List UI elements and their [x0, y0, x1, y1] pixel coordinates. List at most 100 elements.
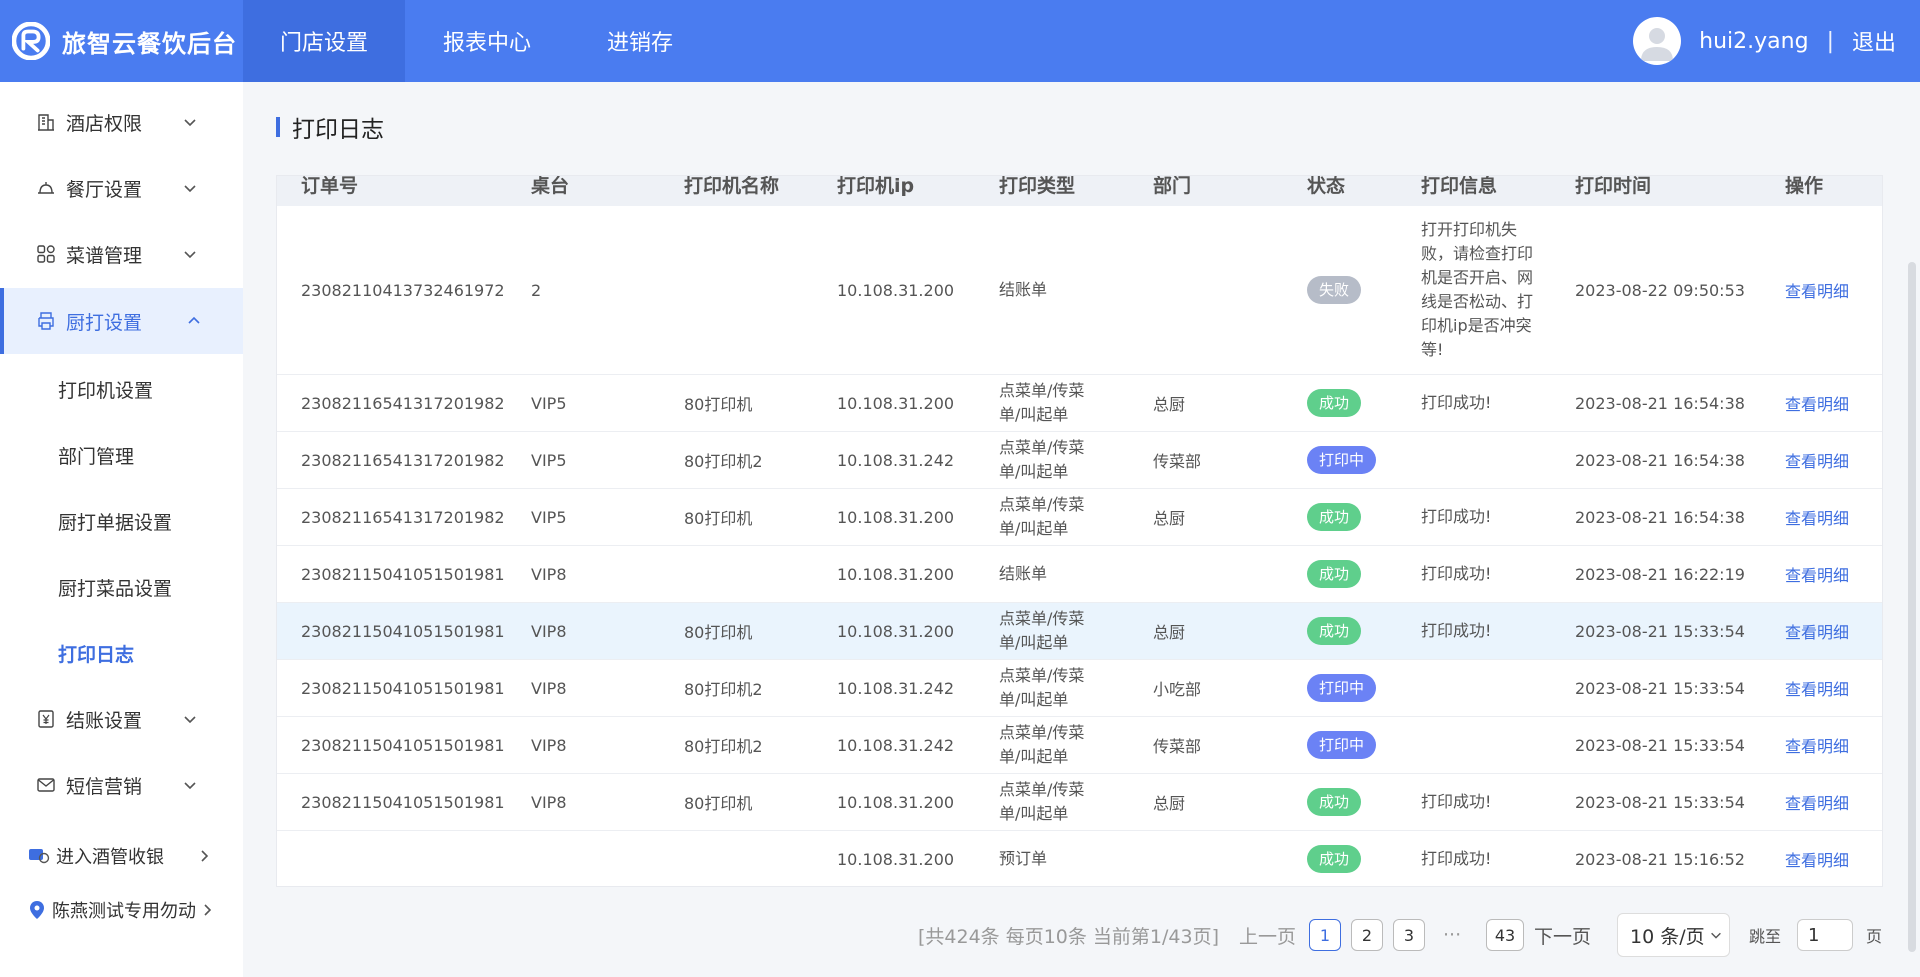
- cell-print-time: 2023-08-21 15:33:54: [1575, 717, 1745, 773]
- cell-action[interactable]: 查看明细: [1785, 717, 1849, 773]
- top-nav-report-center[interactable]: 报表中心: [405, 0, 569, 82]
- table-row[interactable]: 23082115041051501981 VIP8 10.108.31.200 结账单…: [277, 546, 1882, 603]
- sidebar-item-restaurant-settings[interactable]: 餐厅设置: [0, 155, 243, 221]
- cell-printer-ip-text: 10.108.31.200: [837, 393, 955, 413]
- jump-input-wrap: [1797, 917, 1853, 953]
- cell-printer-ip: 10.108.31.242: [837, 660, 954, 716]
- pagination-prev[interactable]: 上一页: [1239, 917, 1296, 953]
- cell-action[interactable]: 查看明细: [1785, 603, 1849, 659]
- sidebar-sub-printer-settings[interactable]: 打印机设置: [0, 356, 243, 422]
- sidebar-sub-kitchen-dish-settings[interactable]: 厨打菜品设置: [0, 554, 243, 620]
- cell-table-text: VIP8: [531, 564, 567, 584]
- cell-printer-ip-text: 10.108.31.200: [837, 280, 955, 300]
- table-row[interactable]: 23082115041051501981 VIP8 80打印机 10.108.31.2…: [277, 603, 1882, 660]
- table-header: 订单号 桌台 打印机名称 打印机ip 打印类型 部门 状态 打印信息 打印时间 …: [277, 175, 1882, 206]
- view-details-link[interactable]: 查看明细: [1785, 448, 1849, 472]
- sidebar-item-checkout-settings[interactable]: 结账设置: [0, 686, 243, 752]
- view-details-link[interactable]: 查看明细: [1785, 790, 1849, 814]
- cell-action[interactable]: 查看明细: [1785, 546, 1849, 602]
- chevron-down-icon: [184, 716, 196, 724]
- top-nav-inventory[interactable]: 进销存: [569, 0, 711, 82]
- cell-printer-ip-text: 10.108.31.200: [837, 849, 955, 869]
- table-row[interactable]: 23082115041051501981 VIP8 80打印机2 10.108.31.…: [277, 717, 1882, 774]
- top-nav: 门店设置 报表中心 进销存: [243, 0, 711, 82]
- table-row[interactable]: 10.108.31.200 预订单 成功 打印成功! 2023-08-21 15:16:…: [277, 831, 1882, 886]
- cell-printer-ip: 10.108.31.200: [837, 603, 954, 659]
- cell-action[interactable]: 查看明细: [1785, 206, 1849, 374]
- page-button[interactable]: 2: [1351, 919, 1383, 951]
- avatar[interactable]: [1633, 17, 1682, 65]
- pagination-ellipsis[interactable]: ···: [1443, 917, 1461, 953]
- cell-department-text: 小吃部: [1153, 680, 1202, 699]
- cell-print-time-text: 2023-08-21 16:54:38: [1575, 393, 1745, 413]
- pagination-page-2[interactable]: 2: [1351, 917, 1383, 953]
- scrollbar[interactable]: [1908, 262, 1916, 952]
- table-row[interactable]: 23082116541317201982 VIP5 80打印机2 10.108.31.…: [277, 432, 1882, 489]
- sidebar-item-menu-management[interactable]: 菜谱管理: [0, 221, 243, 287]
- cell-order-number: 23082115041051501981: [301, 546, 505, 602]
- cell-print-info: 打印成功!: [1421, 375, 1533, 431]
- top-nav-store-settings[interactable]: 门店设置: [243, 0, 405, 82]
- brand[interactable]: 旅智云餐饮后台: [0, 0, 243, 82]
- sidebar-location[interactable]: 陈燕测试专用勿动: [28, 897, 214, 923]
- view-details-link[interactable]: 查看明细: [1785, 676, 1849, 700]
- dish-cover-icon: [38, 182, 54, 194]
- status-badge: 成功: [1307, 788, 1362, 816]
- cell-print-type: 点菜单/传菜单/叫起单: [999, 432, 1095, 488]
- view-details-link[interactable]: 查看明细: [1785, 619, 1849, 643]
- sidebar-sub-kitchen-receipt-settings[interactable]: 厨打单据设置: [0, 488, 243, 554]
- view-details-link[interactable]: 查看明细: [1785, 391, 1849, 415]
- logout-link[interactable]: 退出: [1852, 25, 1896, 57]
- view-details-link[interactable]: 查看明细: [1785, 278, 1849, 302]
- cell-action[interactable]: 查看明细: [1785, 774, 1849, 830]
- cell-department: 总厨: [1153, 603, 1185, 659]
- cell-order-number: 23082115041051501981: [301, 774, 505, 830]
- page-button[interactable]: 3: [1393, 919, 1425, 951]
- table-row[interactable]: 23082115041051501981 VIP8 80打印机2 10.108.31.…: [277, 660, 1882, 717]
- pagination-next[interactable]: 下一页: [1534, 917, 1591, 953]
- pagination-page-last[interactable]: 43: [1486, 917, 1524, 953]
- page-size-select[interactable]: 10 条/页: [1617, 913, 1730, 957]
- view-details-link[interactable]: 查看明细: [1785, 733, 1849, 757]
- page-button[interactable]: 1: [1309, 919, 1341, 951]
- cell-status: 成功: [1307, 489, 1362, 545]
- chevron-down-icon: [184, 782, 196, 790]
- view-details-link[interactable]: 查看明细: [1785, 847, 1849, 871]
- sidebar-item-hotel-permission[interactable]: 酒店权限: [0, 89, 243, 155]
- cell-printer-ip: 10.108.31.200: [837, 375, 954, 431]
- sidebar-item-label: 短信营销: [66, 775, 143, 798]
- cell-action[interactable]: 查看明细: [1785, 660, 1849, 716]
- cell-action[interactable]: 查看明细: [1785, 375, 1849, 431]
- sidebar-sub-print-log[interactable]: 打印日志: [0, 620, 243, 686]
- cell-action[interactable]: 查看明细: [1785, 831, 1849, 886]
- table-row[interactable]: 23082116541317201982 VIP5 80打印机 10.108.31.2…: [277, 375, 1882, 432]
- sidebar-item-kitchen-print-settings[interactable]: 厨打设置: [0, 288, 243, 354]
- cell-department-text: 总厨: [1153, 509, 1186, 528]
- view-details-link[interactable]: 查看明细: [1785, 562, 1849, 586]
- cell-printer-ip: 10.108.31.200: [837, 206, 954, 374]
- sidebar-sub-department-management[interactable]: 部门管理: [0, 422, 243, 488]
- cell-action[interactable]: 查看明细: [1785, 489, 1849, 545]
- cell-print-info-text: 打印成功!: [1421, 792, 1492, 811]
- sidebar-item-sms-marketing[interactable]: 短信营销: [0, 752, 243, 818]
- cell-table-text: VIP5: [531, 450, 567, 470]
- table-row[interactable]: 23082116541317201982 VIP5 80打印机 10.108.31.2…: [277, 489, 1882, 546]
- pagination-page-3[interactable]: 3: [1393, 917, 1425, 953]
- cell-action[interactable]: 查看明细: [1785, 432, 1849, 488]
- cell-printer-name: 80打印机: [684, 774, 752, 830]
- cell-print-time-text: 2023-08-21 15:33:54: [1575, 792, 1745, 812]
- cell-department: 总厨: [1153, 774, 1185, 830]
- view-details-link[interactable]: 查看明细: [1785, 505, 1849, 529]
- jump-page-input[interactable]: [1797, 919, 1853, 951]
- table-row[interactable]: 23082110413732461972 2 10.108.31.200 结账单 失败 打…: [277, 206, 1882, 375]
- pagination-page-1[interactable]: 1: [1309, 917, 1341, 953]
- cell-print-type: 点菜单/传菜单/叫起单: [999, 603, 1095, 659]
- th-department: 部门: [1153, 175, 1192, 197]
- cell-table-text: 2: [531, 280, 542, 300]
- cell-order-number-text: 23082115041051501981: [301, 735, 505, 755]
- page-button[interactable]: 43: [1486, 919, 1524, 951]
- table-row[interactable]: 23082115041051501981 VIP8 80打印机 10.108.31.2…: [277, 774, 1882, 831]
- th-printer-name: 打印机名称: [684, 175, 780, 197]
- top-bar: 旅智云餐饮后台 门店设置 报表中心 进销存 hui2.yang | 退出: [0, 0, 1920, 82]
- sidebar-enter-hotel-cashier[interactable]: 进入酒管收银: [28, 843, 212, 869]
